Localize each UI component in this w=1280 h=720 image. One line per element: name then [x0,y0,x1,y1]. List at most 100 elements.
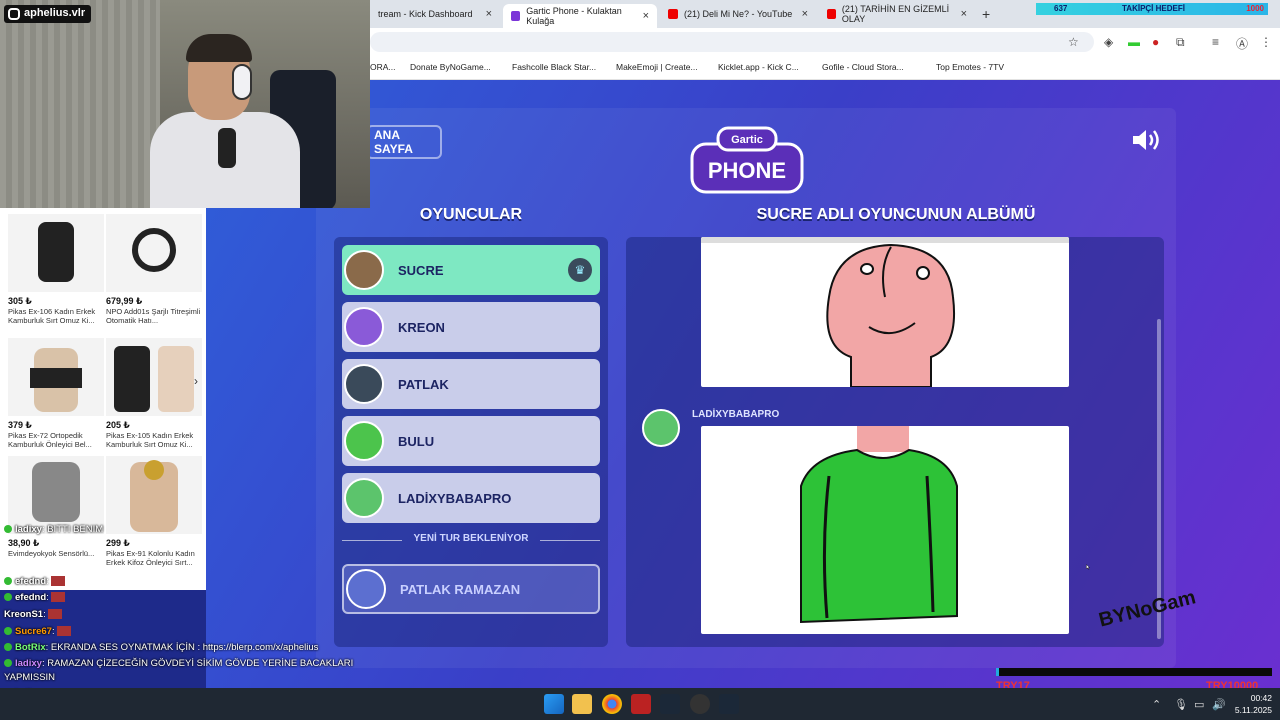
follower-goal-label: TAKİPÇİ HEDEFİ [1122,4,1185,13]
follower-count: 637 [1054,4,1068,13]
logo-line2: PHONE [708,158,786,183]
chat-message: efednd: [4,592,66,603]
streamer-name: aphelius.vlr [24,7,86,19]
shop-item[interactable]: 679,99 ₺ NPO Add01s Şarjlı Titreşimli Ot… [106,214,202,325]
microphone-tray-icon[interactable]: 🎙 [1174,698,1188,711]
bookmark-item[interactable]: MakeEmoji | Create... [616,62,698,72]
tab-label: (21) TARİHİN EN GİZEMLİ OLAY [841,4,950,24]
author-avatar [642,409,680,447]
close-icon[interactable]: × [486,8,492,20]
media-control-icon[interactable]: ≡ [1212,35,1219,49]
drawing-face [701,237,1069,387]
shop-item[interactable]: 379 ₺ Pikas Ex-72 Ortopedik Kamburluk Ön… [8,338,104,449]
bookmark-item[interactable]: Donate ByNoGame... [410,62,491,72]
drawing-author-name: LADİXYBABAPRO [692,409,780,420]
donation-goal-bar [996,668,1272,676]
steam-icon[interactable] [660,694,680,714]
album-title: SUCRE ADLI OYUNCUNUN ALBÜMÜ [756,206,1036,223]
product-price: 379 ₺ [8,420,32,430]
bookmarks-bar: ORA... Donate ByNoGame... Fashcolle Blac… [370,56,1280,80]
new-tab-button[interactable]: + [982,6,990,22]
chrome-icon[interactable] [602,694,622,714]
close-icon[interactable]: × [643,10,649,22]
gartic-phone-logo: Gartic PHONE [690,126,804,194]
product-image [106,214,202,292]
player-item-bulu[interactable]: BULU [342,416,600,466]
product-image [8,214,104,292]
chat-message: Sucre67: [4,626,72,637]
waiting-divider: YENİ TUR BEKLENİYOR [342,533,600,547]
address-input[interactable] [370,32,1094,52]
youtube-favicon-icon [668,9,678,19]
youtube-favicon-icon [827,9,836,19]
menu-dots-icon[interactable]: ⋮ [1260,35,1272,49]
tab-youtube-deli[interactable]: (21) Deli Mi Ne? - YouTube × [660,4,816,24]
profile-avatar-icon[interactable]: Ⓐ [1236,35,1248,52]
streamer-name-tag: aphelius.vlr [4,5,92,23]
players-title: OYUNCULAR [419,206,523,223]
address-bar-row: ☆ ◈ ▬ ● ⧉ ≡ Ⓐ ⋮ [370,28,1280,56]
close-icon[interactable]: × [961,8,967,20]
extension-green-icon[interactable]: ▬ [1128,35,1140,49]
player-name: PATLAK RAMAZAN [400,581,521,597]
system-clock[interactable]: 00:42 5.11.2025 [1235,692,1272,716]
chevron-right-icon[interactable]: › [194,374,198,388]
obs-icon[interactable] [690,694,710,714]
product-price: 205 ₺ [106,420,130,430]
file-explorer-icon[interactable] [572,694,592,714]
tab-gartic-phone[interactable]: Gartic Phone - Kulaktan Kulağa × [503,4,657,28]
product-desc: Pikas Ex-72 Ortopedik Kamburluk Önleyici… [8,431,92,449]
player-item-patlak[interactable]: PATLAK [342,359,600,409]
chat-message: ladixy: BITTI BENIM [4,524,103,535]
follower-goal-target: 1000 [1246,4,1264,13]
puzzle-icon[interactable]: ⧉ [1176,35,1185,50]
chevron-up-icon[interactable]: ⌃ [1152,698,1161,711]
shield-extension-icon[interactable]: ◈ [1104,35,1113,49]
waiting-player-item[interactable]: PATLAK RAMAZAN [342,564,600,614]
chat-message: efednd: [4,576,66,587]
player-name: PATLAK [398,376,449,392]
shop-item[interactable]: 205 ₺ Pikas Ex-105 Kadın Erkek Kamburluk… [106,338,202,449]
sound-icon[interactable] [1131,127,1163,153]
app-icon[interactable] [631,694,651,714]
bookmark-item[interactable]: Kicklet.app - Kick C... [718,62,799,72]
tab-youtube-tarihin[interactable]: (21) TARİHİN EN GİZEMLİ OLAY × [819,4,975,24]
product-desc: Pikas Ex-105 Kadın Erkek Kamburluk Sırt … [106,431,194,449]
waiting-label: YENİ TUR BEKLENİYOR [413,533,529,544]
logo-line1: Gartic [731,134,763,146]
player-avatar [344,364,384,404]
webcam-overlay: aphelius.vlr [0,0,370,208]
network-icon[interactable]: ▭ [1194,698,1204,711]
crown-icon: ♛ [568,258,592,282]
player-name: KREON [398,319,445,335]
tab-kick-dashboard[interactable]: tream - Kick Dashboard × [370,4,500,24]
webcam-wall [0,0,160,208]
player-item-ladixybabapro[interactable]: LADİXYBABAPRO [342,473,600,523]
star-icon[interactable]: ☆ [1068,35,1079,49]
steam-icon-2[interactable] [719,694,739,714]
clock-date: 5.11.2025 [1234,705,1272,715]
drawing-body [701,426,1069,634]
player-avatar [344,307,384,347]
player-item-sucre[interactable]: SUCRE ♛ [342,245,600,295]
chat-message: YAPMISSIN [4,672,56,683]
bookmark-item[interactable]: ORA... [370,62,396,72]
volume-icon[interactable]: 🔊 [1212,698,1226,711]
players-panel: SUCRE ♛ KREON PATLAK BULU LADİXYBABAPRO … [334,237,608,647]
close-icon[interactable]: × [802,8,808,20]
instagram-icon [8,8,20,20]
product-price: 305 ₺ [8,296,32,306]
extension-red-icon[interactable]: ● [1152,35,1159,49]
player-item-kreon[interactable]: KREON [342,302,600,352]
donation-goal-fill [996,668,999,676]
album-panel: LADİXYBABAPRO [626,237,1164,647]
album-scrollbar[interactable] [1157,319,1161,639]
windows-taskbar: ⌃ 🎙 ▭ 🔊 00:42 5.11.2025 [0,688,1280,720]
home-button[interactable]: ANA SAYFA [366,125,442,159]
bookmark-item[interactable]: Top Emotes - 7TV [936,62,1004,72]
shop-item[interactable]: 305 ₺ Pikas Ex-106 Kadın Erkek Kamburluk… [8,214,104,325]
windows-start-icon[interactable] [544,694,564,714]
bookmark-item[interactable]: Fashcolle Black Star... [512,62,596,72]
chat-message: KreonS1: [4,609,63,620]
bookmark-item[interactable]: Gofile - Cloud Stora... [822,62,904,72]
